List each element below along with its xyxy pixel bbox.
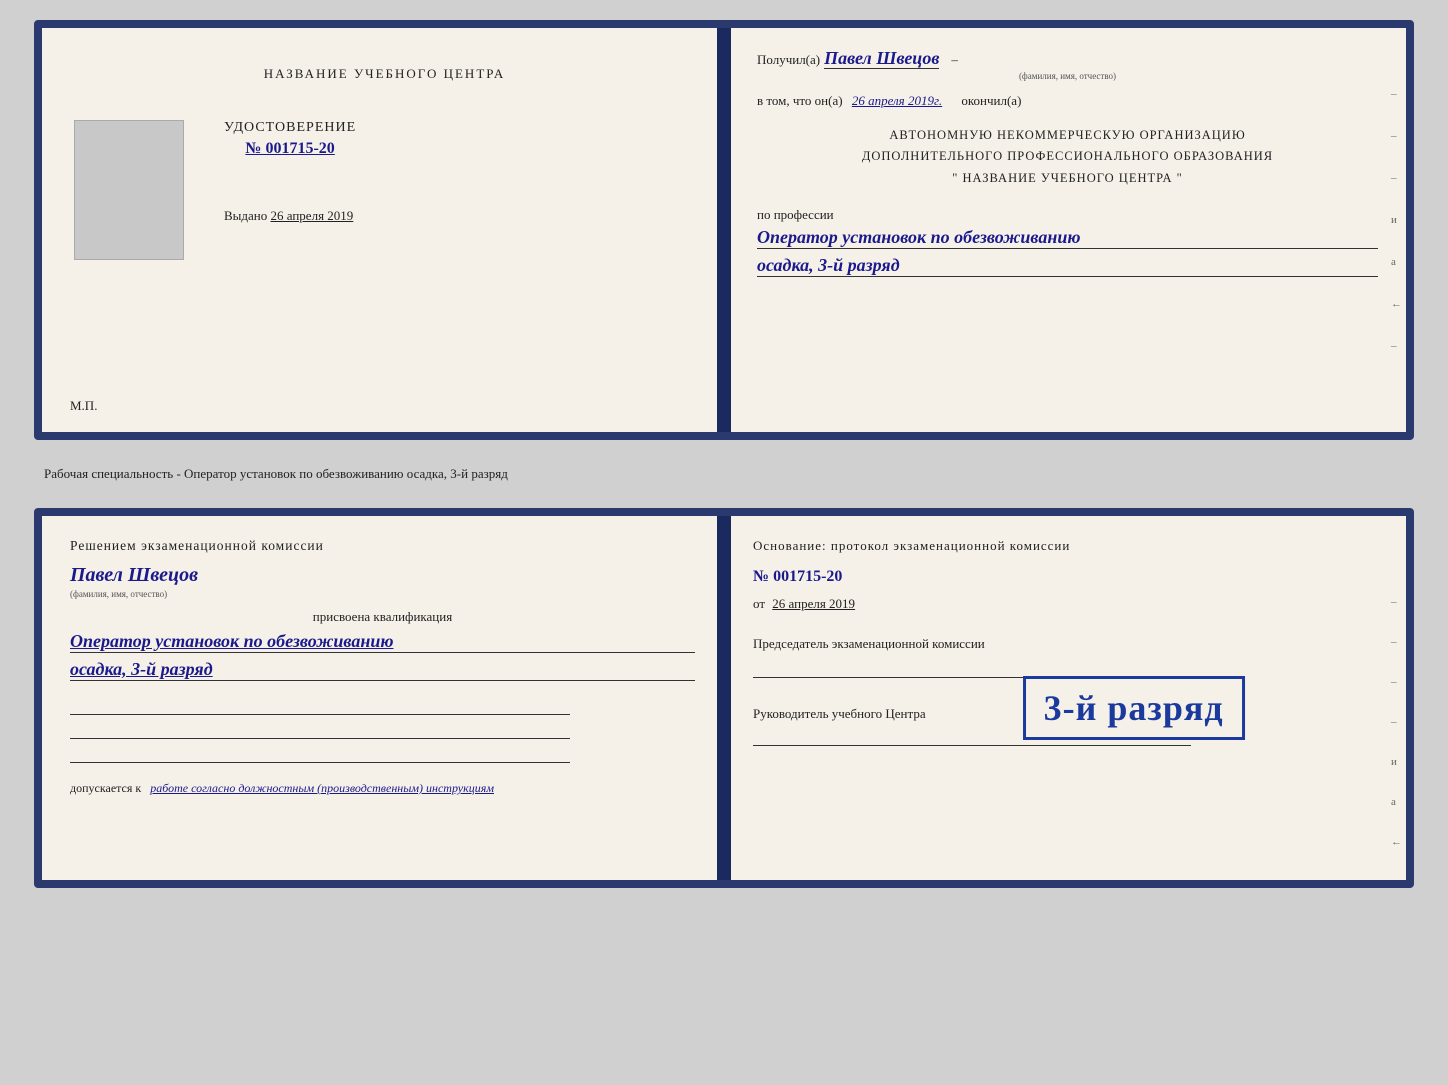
ot-date: 26 апреля 2019 <box>772 596 855 611</box>
vtom-line: в том, что он(а) 26 апреля 2019г. окончи… <box>757 93 1378 109</box>
received-row: Получил(а) Павел Швецов – (фамилия, имя,… <box>757 48 1378 81</box>
sig-line-1 <box>70 697 570 715</box>
stamp-text: 3-й разряд <box>1044 687 1224 729</box>
side-marks-bottom: – – – – и а ← – <box>1391 596 1402 888</box>
page-container: НАЗВАНИЕ УЧЕБНОГО ЦЕНТРА УДОСТОВЕРЕНИЕ №… <box>34 20 1414 888</box>
vtom-date: 26 апреля 2019г. <box>852 93 942 108</box>
bottom-document-card: Решением экзаменационной комиссии Павел … <box>34 508 1414 888</box>
top-right-panel: Получил(а) Павел Швецов – (фамилия, имя,… <box>729 28 1406 432</box>
top-left-panel: НАЗВАНИЕ УЧЕБНОГО ЦЕНТРА УДОСТОВЕРЕНИЕ №… <box>42 28 729 432</box>
bottom-doc-spine <box>717 516 731 880</box>
side-marks-top: – – – и а ← – <box>1391 88 1402 352</box>
received-prefix: Получил(а) <box>757 52 820 67</box>
profession-name: Оператор установок по обезвоживанию <box>757 227 1378 249</box>
doc-spine <box>717 28 731 432</box>
razryad-line: осадка, 3-й разряд <box>757 255 1378 277</box>
issued-date: 26 апреля 2019 <box>271 208 354 223</box>
predsedatel-block: Председатель экзаменационной комиссии <box>753 634 1378 678</box>
predsedatel-sig-line <box>753 660 1191 678</box>
bottom-right-panel: Основание: протокол экзаменационной коми… <box>725 516 1406 880</box>
bottom-name: Павел Швецов <box>70 564 198 586</box>
learning-center-title: НАЗВАНИЕ УЧЕБНОГО ЦЕНТРА <box>74 66 695 82</box>
stamp: 3-й разряд <box>1023 676 1245 740</box>
cert-info-block: УДОСТОВЕРЕНИЕ № 001715-20 Выдано 26 апре… <box>224 120 356 260</box>
dopusk-prefix: допускается к <box>70 781 141 795</box>
org-line2: ДОПОЛНИТЕЛЬНОГО ПРОФЕССИОНАЛЬНОГО ОБРАЗО… <box>757 146 1378 167</box>
kvalif-razryad: осадка, 3-й разряд <box>70 659 695 681</box>
top-document-card: НАЗВАНИЕ УЧЕБНОГО ЦЕНТРА УДОСТОВЕРЕНИЕ №… <box>34 20 1414 440</box>
cert-issued-block: Выдано 26 апреля 2019 <box>224 208 356 224</box>
bottom-name-block: Павел Швецов (фамилия, имя, отчество) <box>70 564 695 599</box>
po-professii: по профессии <box>757 207 1378 223</box>
ot-prefix: от <box>753 596 765 611</box>
bottom-left-panel: Решением экзаменационной комиссии Павел … <box>42 516 725 880</box>
dash1: – <box>951 52 958 67</box>
issued-label: Выдано <box>224 208 267 223</box>
subtitle-text: Рабочая специальность - Оператор установ… <box>34 466 1414 482</box>
rukovoditel-label: Руководитель учебного Центра <box>753 706 926 721</box>
osnov-number: № 001715-20 <box>753 568 1378 586</box>
dopusk-value: работе согласно должностным (производств… <box>150 781 494 795</box>
signature-lines <box>70 697 695 763</box>
org-block: АВТОНОМНУЮ НЕКОММЕРЧЕСКУЮ ОРГАНИЗАЦИЮ ДО… <box>757 125 1378 189</box>
kvalif-name: Оператор установок по обезвоживанию <box>70 631 695 653</box>
okonchil: окончил(а) <box>961 93 1021 108</box>
cert-number: № 001715-20 <box>224 140 356 158</box>
org-line3: " НАЗВАНИЕ УЧЕБНОГО ЦЕНТРА " <box>757 168 1378 189</box>
received-name: Павел Швецов <box>824 48 939 69</box>
fio-subtitle-top: (фамилия, имя, отчество) <box>757 71 1378 81</box>
fio-sub-bottom: (фамилия, имя, отчество) <box>70 589 695 599</box>
cert-label: УДОСТОВЕРЕНИЕ <box>224 120 356 136</box>
dopuskaetsya-block: допускается к работе согласно должностны… <box>70 781 695 796</box>
org-line1: АВТОНОМНУЮ НЕКОММЕРЧЕСКУЮ ОРГАНИЗАЦИЮ <box>757 125 1378 146</box>
resheniyem-line: Решением экзаменационной комиссии <box>70 538 695 554</box>
sig-line-2 <box>70 721 570 739</box>
predsedatel-label: Председатель экзаменационной комиссии <box>753 636 985 651</box>
osnov-label: Основание: протокол экзаменационной коми… <box>753 538 1378 554</box>
vtom-prefix: в том, что он(а) <box>757 93 843 108</box>
cert-photo <box>74 120 184 260</box>
prisvoyena: присвоена квалификация <box>70 609 695 625</box>
mp-label: М.П. <box>70 398 97 414</box>
sig-line-3 <box>70 745 570 763</box>
ot-line: от 26 апреля 2019 <box>753 596 1378 612</box>
